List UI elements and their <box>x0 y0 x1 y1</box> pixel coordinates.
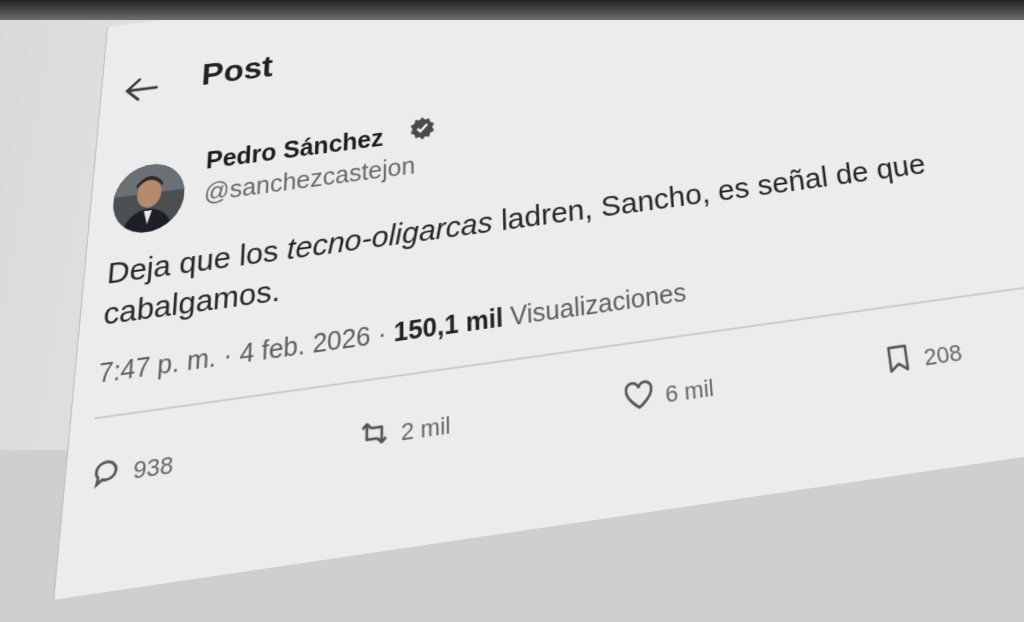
post-panel: Post Pedro Sánchez @sanchezcastejon Deja… <box>53 0 1024 600</box>
screen: Post Pedro Sánchez @sanchezcastejon Deja… <box>0 0 1024 600</box>
monitor-bezel <box>0 0 1024 20</box>
heart-icon <box>622 377 656 420</box>
avatar[interactable] <box>110 160 187 237</box>
verified-badge-icon <box>410 115 436 142</box>
like-button[interactable]: 6 mil <box>622 369 715 421</box>
post-view: Post Pedro Sánchez @sanchezcastejon Deja… <box>0 0 1024 622</box>
repost-count: 2 mil <box>400 411 451 447</box>
bookmark-count: 208 <box>922 339 964 371</box>
post-date[interactable]: 4 feb. 2026 <box>239 322 371 370</box>
like-count: 6 mil <box>664 374 715 409</box>
reply-count: 938 <box>132 450 175 485</box>
bookmark-icon <box>881 341 917 383</box>
post-time[interactable]: 7:47 p. m. <box>97 343 217 389</box>
views-label: Visualizaciones <box>502 278 688 333</box>
meta-separator: · <box>215 339 241 373</box>
views-count: 150,1 mil <box>393 303 504 348</box>
bookmark-button[interactable]: 208 <box>881 334 965 383</box>
repost-icon <box>358 415 391 459</box>
reply-icon <box>88 452 124 497</box>
page-title: Post <box>200 49 274 93</box>
repost-button[interactable]: 2 mil <box>358 406 451 459</box>
meta-separator: · <box>370 318 394 352</box>
arrow-left-icon[interactable] <box>122 74 159 104</box>
reply-button[interactable]: 938 <box>88 445 175 497</box>
